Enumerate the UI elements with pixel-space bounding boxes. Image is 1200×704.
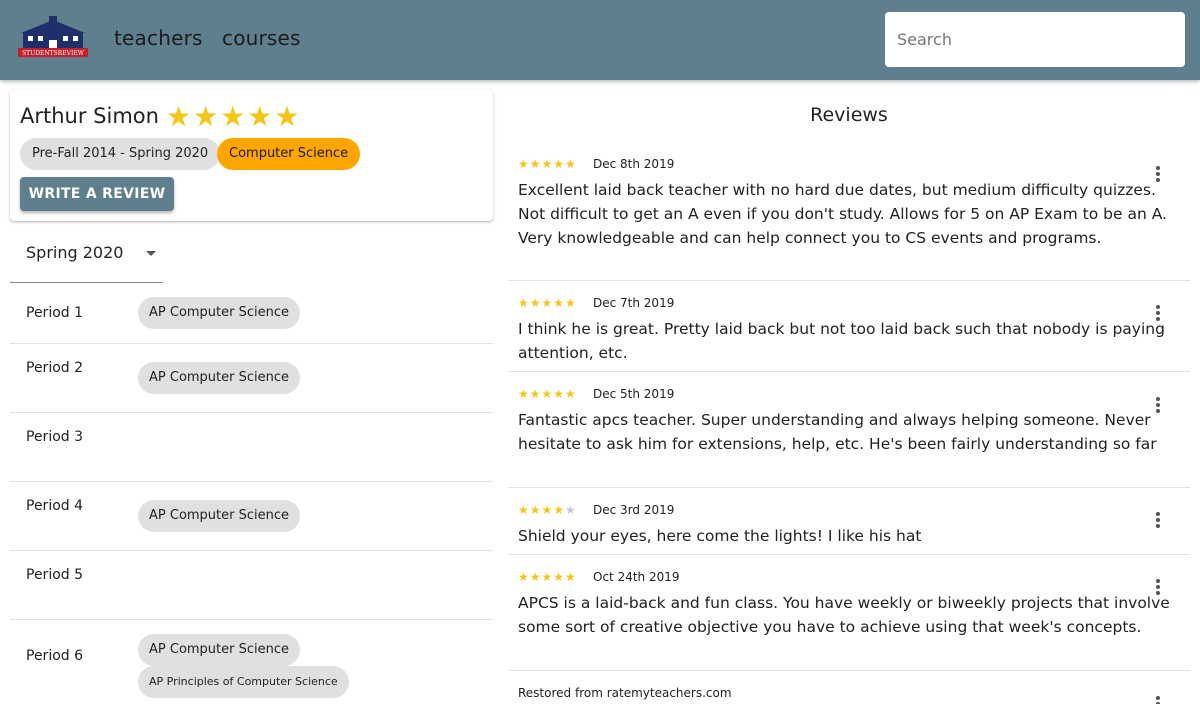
course-chip[interactable]: AP Computer Science (138, 500, 301, 532)
more-options-icon[interactable] (1148, 303, 1168, 325)
review-item: ★★★★★ Dec 3rd 2019 Shield your eyes, her… (508, 499, 1190, 555)
more-options-icon[interactable] (1148, 164, 1168, 186)
dropdown-arrow-icon (146, 251, 156, 256)
period-row-3: Period 3 (10, 413, 493, 482)
period-label: Period 4 (26, 498, 84, 514)
review-date: Oct 24th 2019 (593, 570, 680, 584)
review-text: Fantastic apcs teacher. Super understand… (518, 411, 1157, 453)
teacher-name: Arthur Simon (20, 104, 159, 128)
review-rating-stars: ★★★★★ (518, 570, 577, 584)
review-date: Dec 5th 2019 (593, 387, 675, 401)
period-label: Period 1 (26, 305, 84, 321)
period-row-1: Period 1 AP Computer Science (10, 283, 493, 344)
course-chip[interactable]: AP Computer Science (138, 297, 301, 329)
review-date: Dec 7th 2019 (593, 296, 675, 310)
period-row-5: Period 5 (10, 551, 493, 620)
periods-table: Period 1 AP Computer Science Period 2 AP… (10, 283, 493, 704)
subject-chip[interactable]: Computer Science (217, 138, 361, 170)
teacher-card: Arthur Simon ★★★★★ Pre-Fall 2014 - Sprin… (10, 90, 493, 221)
more-options-icon[interactable] (1148, 395, 1168, 417)
semester-select-value: Spring 2020 (26, 243, 124, 262)
review-item: ★★★★★ Dec 8th 2019 Excellent laid back t… (508, 153, 1190, 281)
period-label: Period 6 (26, 648, 84, 664)
more-options-icon[interactable] (1148, 577, 1168, 599)
period-label: Period 3 (26, 429, 84, 445)
review-text: APCS is a laid-back and fun class. You h… (518, 594, 1170, 636)
course-chip[interactable]: AP Principles of Computer Science (138, 666, 349, 698)
course-chip[interactable]: AP Computer Science (138, 362, 301, 394)
review-item: ★★★★★ Dec 7th 2019 I think he is great. … (508, 292, 1190, 372)
period-row-6: Period 6 AP Computer Science AP Principl… (10, 620, 493, 704)
review-rating-stars: ★★★★★ (518, 157, 577, 171)
review-item: ★★★★★ Dec 5th 2019 Fantastic apcs teache… (508, 383, 1190, 488)
teacher-rating-stars: ★★★★★ (166, 100, 302, 133)
search-input[interactable] (885, 12, 1185, 67)
review-text: Excellent laid back teacher with no hard… (518, 181, 1167, 247)
review-date: Dec 8th 2019 (593, 157, 675, 171)
semester-select[interactable]: Spring 2020 (10, 233, 163, 283)
students-review-logo[interactable]: STUDENTSREVIEW (18, 16, 88, 60)
period-label: Period 5 (26, 567, 84, 583)
years-chip: Pre-Fall 2014 - Spring 2020 (20, 138, 221, 170)
review-text: I think he is great. Pretty laid back bu… (518, 320, 1165, 362)
write-review-button[interactable]: WRITE A REVIEW (20, 177, 174, 211)
reviews-heading: Reviews (810, 104, 888, 126)
logo-text: STUDENTSREVIEW (22, 50, 85, 57)
review-rating-stars: ★★★★★ (518, 387, 577, 401)
more-options-icon[interactable] (1148, 510, 1168, 532)
period-row-2: Period 2 AP Computer Science (10, 344, 493, 413)
period-label: Period 2 (26, 360, 84, 376)
review-text: Shield your eyes, here come the lights! … (518, 527, 922, 545)
review-rating-stars: ★★★★★ (518, 296, 577, 310)
nav-teachers-link[interactable]: teachers (114, 26, 203, 50)
review-date: Dec 3rd 2019 (593, 503, 675, 517)
period-row-4: Period 4 AP Computer Science (10, 482, 493, 551)
more-options-icon[interactable] (1148, 694, 1168, 704)
app-bar: STUDENTSREVIEW teachers courses (0, 0, 1200, 80)
nav-courses-link[interactable]: courses (222, 26, 301, 50)
course-chip[interactable]: AP Computer Science (138, 634, 301, 666)
restored-note: Restored from ratemyteachers.com (518, 686, 732, 700)
review-rating-stars: ★★★★★ (518, 503, 577, 517)
review-item: ★★★★★ Oct 24th 2019 APCS is a laid-back … (508, 566, 1190, 671)
